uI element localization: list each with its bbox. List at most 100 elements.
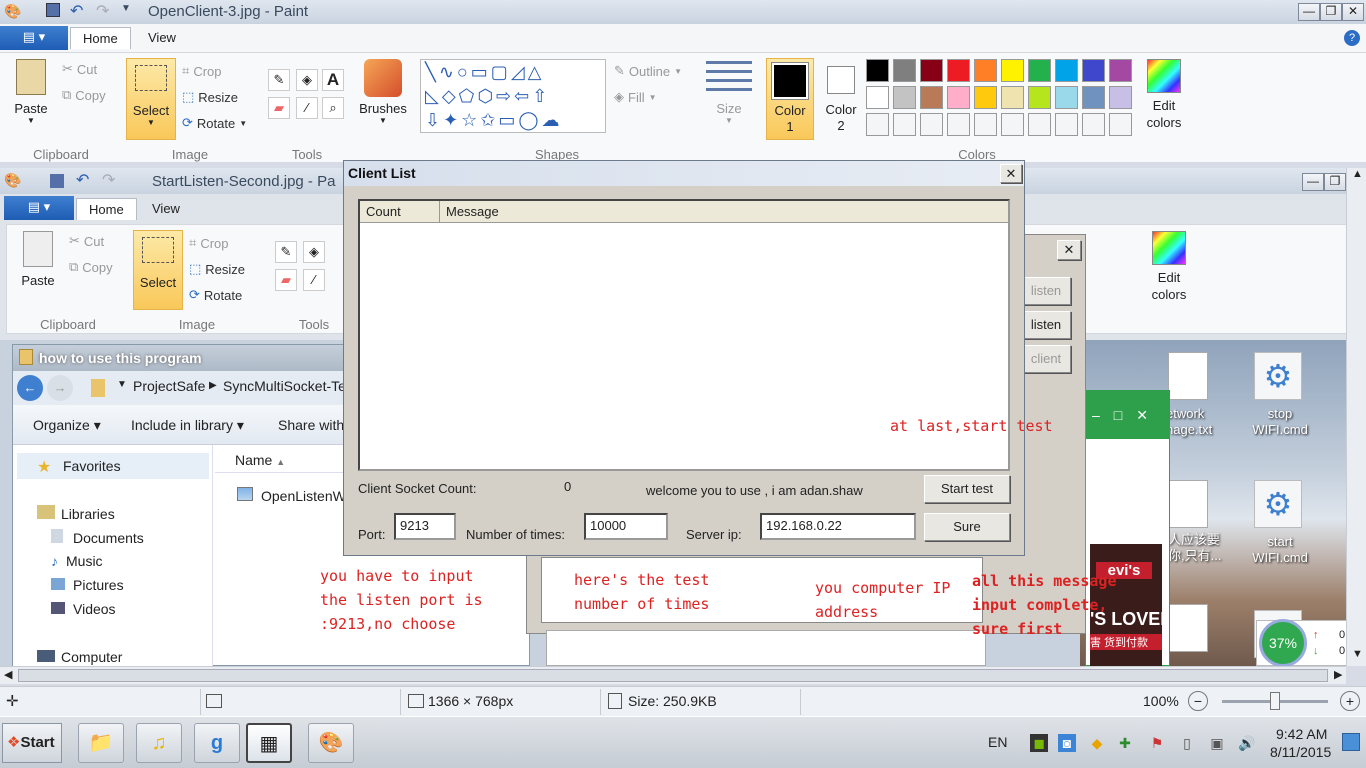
color-swatch[interactable] (947, 86, 970, 109)
text-icon[interactable]: A (322, 69, 344, 91)
color-swatch[interactable] (1028, 113, 1051, 136)
green-close-icon[interactable]: ✕ (1136, 407, 1162, 423)
redo-icon[interactable]: ↷ (96, 1, 109, 21)
address-separator-icon[interactable]: ▶ (209, 380, 217, 391)
edit-colors-button[interactable]: Edit colors (1140, 59, 1188, 139)
rotate-button[interactable]: ⟳ Rotate ▼ (182, 115, 247, 131)
color-swatch[interactable] (866, 113, 889, 136)
library-music-item[interactable]: ♪ Music (51, 553, 103, 569)
paint-taskbar-icon[interactable]: 🎨 (308, 723, 354, 763)
paint-back-crop-button[interactable]: ⌗ Crop (189, 235, 229, 251)
fill-button[interactable]: ◈ Fill ▼ (614, 89, 657, 105)
clock-time[interactable]: 9:42 AM (1276, 726, 1327, 742)
color-picker-icon[interactable]: ⁄ (296, 97, 318, 119)
scroll-down-icon[interactable]: ▼ (1352, 648, 1363, 660)
gear-icon-2[interactable]: ⚙ (1254, 480, 1302, 528)
paint-back-copy-button[interactable]: ⧉ Copy (69, 259, 113, 275)
color-swatch[interactable] (866, 59, 889, 82)
nvidia-icon[interactable]: ◼ (1030, 734, 1048, 752)
include-library-button[interactable]: Include in library ▾ (131, 417, 244, 434)
color-swatch[interactable] (947, 59, 970, 82)
color-swatch[interactable] (866, 86, 889, 109)
crop-button[interactable]: ⌗ Crop (182, 63, 222, 79)
fill-bucket-icon[interactable]: ◈ (296, 69, 318, 91)
color-swatch[interactable] (1001, 59, 1024, 82)
magnifier-icon[interactable]: ⌕ (322, 97, 344, 119)
paint-back-edit-colors-button[interactable]: Edit colors (1145, 231, 1193, 311)
color-swatch[interactable] (893, 59, 916, 82)
listen-button-disabled[interactable]: listen (1021, 277, 1071, 305)
port-input[interactable]: 9213 (394, 513, 456, 540)
zoom-slider-thumb[interactable] (1270, 692, 1280, 710)
tab-home[interactable]: Home (70, 27, 131, 49)
share-with-button[interactable]: Share with (278, 417, 344, 433)
shapes-gallery[interactable]: ╲∿○▭▢◿△ ◺◇⬠⬡⇨⇦⇧ ⇩✦☆✩▭◯☁ (420, 59, 606, 133)
zoom-slider[interactable] (1222, 692, 1328, 710)
brushes-button[interactable]: Brushes ▼ (358, 59, 408, 139)
paint-back-minimize-button[interactable]: — (1302, 173, 1324, 191)
file-row[interactable]: OpenListenW (237, 487, 346, 504)
clock-date[interactable]: 8/11/2015 (1270, 744, 1331, 760)
favorites-item[interactable]: ★ Favorites (17, 453, 209, 479)
volume-icon[interactable]: 🔊 (1238, 734, 1256, 752)
paint-back-save-icon[interactable] (50, 174, 64, 188)
paint-back-file-button[interactable]: ▤ ▾ (4, 196, 74, 220)
color-swatch[interactable] (974, 59, 997, 82)
server-ip-input[interactable]: 192.168.0.22 (760, 513, 916, 540)
scroll-up-icon[interactable]: ▲ (1352, 168, 1363, 180)
office-taskbar-icon[interactable]: ▦ (246, 723, 292, 763)
maximize-button[interactable]: ❐ (1320, 3, 1342, 21)
color-swatch[interactable] (1055, 59, 1078, 82)
color-swatch[interactable] (1082, 113, 1105, 136)
desktop-file-icon-5[interactable] (1168, 604, 1208, 652)
color-swatch[interactable] (920, 113, 943, 136)
paint-back-eraser-icon[interactable]: ▰ (275, 269, 297, 291)
name-column-header[interactable]: Name ▲ (235, 452, 285, 468)
help-icon[interactable]: ? (1344, 30, 1360, 46)
desktop-file-icon-3[interactable] (1168, 480, 1208, 528)
network-app-icon[interactable]: ◙ (1058, 734, 1076, 752)
cut-button[interactable]: ✂ Cut (62, 61, 97, 77)
color-swatch[interactable] (1109, 113, 1132, 136)
quick-access-dropdown-icon[interactable]: ▼ (121, 3, 131, 14)
paint-back-select-button[interactable]: Select (133, 230, 183, 310)
paint-app-icon[interactable]: 🎨 (4, 3, 21, 20)
horizontal-scrollbar[interactable]: ◀ ▶ (0, 666, 1346, 684)
organize-button[interactable]: Organize ▾ (33, 417, 101, 434)
paint-back-resize-button[interactable]: ⬚ Resize (189, 261, 245, 277)
times-input[interactable]: 10000 (584, 513, 668, 540)
start-test-button[interactable]: Start test (924, 475, 1010, 503)
computer-item[interactable]: Computer (37, 649, 122, 665)
address-segment-2[interactable]: SyncMultiSocket-Te (223, 378, 346, 394)
back-button-icon[interactable]: ← (17, 375, 43, 401)
color-swatch[interactable] (974, 86, 997, 109)
address-dropdown-icon[interactable]: ▼ (117, 379, 127, 390)
color-swatch[interactable] (1028, 59, 1051, 82)
color-swatch[interactable] (1055, 86, 1078, 109)
sure-button[interactable]: Sure (924, 513, 1010, 541)
language-indicator[interactable]: EN (988, 734, 1007, 750)
libraries-item[interactable]: Libraries (37, 505, 115, 522)
color-swatch[interactable] (1055, 113, 1078, 136)
color-swatch[interactable] (1109, 86, 1132, 109)
pencil-icon[interactable]: ✎ (268, 69, 290, 91)
paint-back-tab-view[interactable]: View (140, 198, 192, 220)
library-pictures-item[interactable]: Pictures (51, 577, 124, 593)
close-button[interactable]: ✕ (1342, 3, 1364, 21)
paint-back-redo-icon[interactable]: ↷ (102, 170, 115, 190)
color-swatch[interactable] (947, 113, 970, 136)
count-column-header[interactable]: Count (360, 201, 440, 222)
gear-icon[interactable]: ⚙ (1254, 352, 1302, 400)
resize-button[interactable]: ⬚ Resize (182, 89, 238, 105)
copy-button[interactable]: ⧉ Copy (62, 87, 106, 103)
paint-back-maximize-button[interactable]: ❐ (1324, 173, 1346, 191)
color-swatch[interactable] (920, 86, 943, 109)
network-icon[interactable]: ▣ (1208, 734, 1226, 752)
color-swatch[interactable] (1082, 86, 1105, 109)
tab-view[interactable]: View (136, 27, 188, 49)
outline-button[interactable]: ✎ Outline ▼ (614, 63, 682, 79)
show-desktop-icon[interactable] (1342, 733, 1360, 751)
library-documents-item[interactable]: Documents (51, 529, 144, 546)
paint-back-fill-icon[interactable]: ◈ (303, 241, 325, 263)
color-swatch[interactable] (974, 113, 997, 136)
